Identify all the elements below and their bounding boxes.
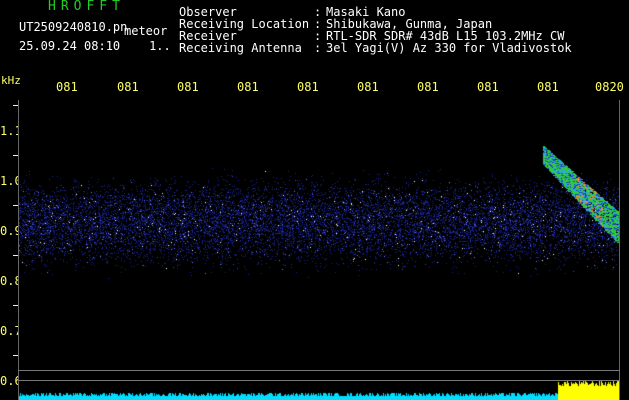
frequency-unit-label: kHz — [1, 74, 21, 87]
spectrogram-plot — [18, 100, 620, 400]
time-tick: 081 — [56, 80, 78, 94]
freq-tick: 1.1 — [0, 124, 22, 138]
datetime-value: 25.09.24 08:10 — [19, 39, 121, 53]
file-name: UT2509240810.pn — [19, 20, 128, 34]
meta-separator: : — [314, 41, 322, 55]
time-tick: 081 — [357, 80, 379, 94]
time-tick: 0820 — [595, 80, 624, 94]
time-tick: 081 — [297, 80, 319, 94]
freq-tick: 1.0 — [0, 174, 22, 188]
reference-line — [18, 370, 620, 371]
reference-line — [18, 380, 620, 381]
time-tick: 081 — [177, 80, 199, 94]
plot-right-margin — [620, 100, 629, 400]
time-tick: 081 — [477, 80, 499, 94]
time-tick: 081 — [537, 80, 559, 94]
file-type-label: meteor — [124, 24, 168, 38]
freq-tick: 0.7 — [0, 324, 22, 338]
freq-tick: 0.8 — [0, 274, 22, 288]
plot-left-border — [18, 100, 19, 400]
time-tick: 081 — [237, 80, 259, 94]
meta-value-antenna: 3el Yagi(V) Az 330 for Vladivostok — [326, 41, 572, 55]
app-logo: HROFFT — [48, 0, 125, 14]
freq-tick: 0.9 — [0, 224, 22, 238]
time-tick: 081 — [117, 80, 139, 94]
file-datetime: 25.09.24 08:10 1.. — [19, 40, 171, 52]
flag-value: 1.. — [149, 39, 171, 53]
spectrogram-canvas — [18, 100, 620, 400]
meta-label-antenna: Receiving Antenna — [179, 41, 302, 55]
time-tick: 081 — [417, 80, 439, 94]
freq-tick: 0.6 — [0, 374, 22, 388]
